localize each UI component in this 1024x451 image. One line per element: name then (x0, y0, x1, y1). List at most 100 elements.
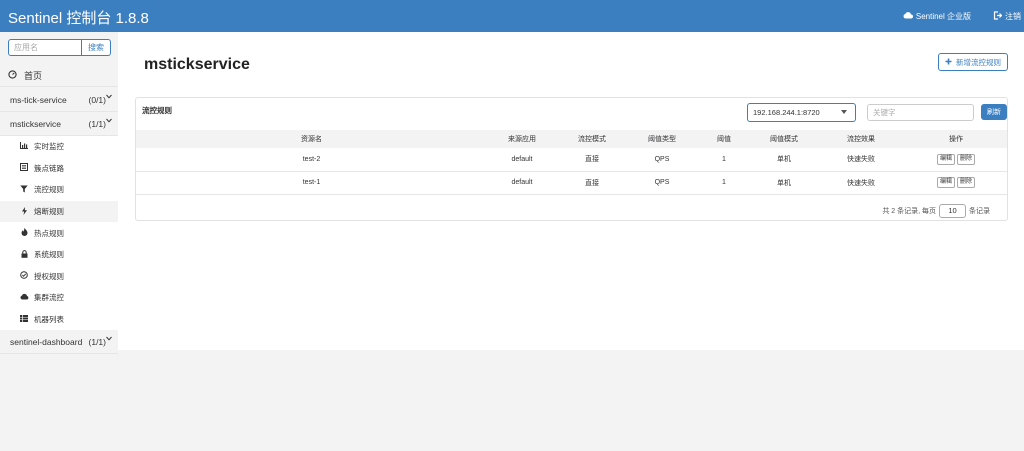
menu-label: 熔断规则 (34, 207, 64, 217)
sidebar-item-authority-rules[interactable]: 授权规则 (0, 266, 118, 288)
cell-control-behavior: 快速失败 (817, 171, 905, 195)
sidebar-item-degrade-rules[interactable]: 熔断规则 (0, 200, 118, 223)
sidebar-app-ms-tick-service[interactable]: ms-tick-service (0/1) (0, 88, 118, 112)
add-button-label: 新增流控规则 (956, 57, 1001, 67)
sidebar-item-cluster-flow[interactable]: 集群流控 (0, 287, 118, 309)
pager-prefix: 共 2 条记录, 每页 (882, 208, 936, 215)
cell-strategy: 直接 (557, 171, 627, 195)
menu-label: 机器列表 (34, 315, 64, 325)
table-header-row: 资源名 来源应用 流控模式 阈值类型 阈值 阈值模式 流控效果 操作 (136, 130, 1007, 148)
list-icon (20, 163, 28, 173)
delete-button[interactable]: 删除 (957, 153, 976, 165)
page-title: mstickservice (144, 56, 250, 73)
column-header: 阈值 (697, 130, 751, 148)
cell-cluster-mode: 单机 (751, 171, 817, 195)
cell-actions: 编辑 删除 (905, 148, 1007, 172)
app-search: 搜索 (8, 39, 111, 56)
logout-icon (993, 10, 1003, 22)
cell-count: 1 (697, 148, 751, 172)
chevron-down-icon (106, 336, 112, 343)
add-flow-rule-button[interactable]: 新增流控规则 (938, 53, 1008, 71)
sidebar-item-metric[interactable]: 实时监控 (0, 136, 118, 158)
delete-button[interactable]: 删除 (957, 177, 976, 188)
sidebar-item-machine-list[interactable]: 机器列表 (0, 309, 118, 331)
sidebar-item-param-flow-rules[interactable]: 热点规则 (0, 222, 118, 244)
edit-button[interactable]: 编辑 (936, 153, 955, 165)
th-list-icon (20, 315, 28, 324)
enterprise-link[interactable]: Sentinel 企业版 (903, 11, 971, 22)
plus-icon (945, 58, 952, 67)
menu-label: 流控规则 (34, 185, 64, 195)
column-header: 流控效果 (817, 130, 905, 148)
keyword-search-input[interactable] (867, 104, 974, 121)
column-header: 流控模式 (557, 130, 627, 148)
sidebar-app-mstickservice[interactable]: mstickservice (1/1) (0, 112, 118, 136)
chevron-down-icon (106, 94, 112, 101)
cell-grade: QPS (627, 171, 697, 195)
column-header: 资源名 (136, 130, 487, 148)
menu-label: 系统规则 (34, 250, 64, 260)
cell-limit-app: default (487, 171, 557, 195)
cell-limit-app: default (487, 148, 557, 172)
cloud-icon (903, 11, 913, 21)
pagination: 共 2 条记录, 每页 10 条记录 (882, 204, 990, 218)
cell-grade: QPS (627, 148, 697, 172)
menu-label: 实时监控 (34, 142, 64, 152)
main-content: mstickservice 新增流控规则 流控规则 192.168.244.1:… (118, 32, 1024, 350)
sidebar-app-sentinel-dashboard[interactable]: sentinel-dashboard (1/1) (0, 330, 118, 354)
flow-rules-panel: 流控规则 192.168.244.1:8720 刷新 资源名 来源应用 流控模式… (135, 97, 1008, 221)
cell-cluster-mode: 单机 (751, 148, 817, 172)
logout-label: 注销 (1005, 11, 1021, 21)
search-button[interactable]: 搜索 (82, 39, 111, 56)
filter-icon (20, 185, 28, 195)
app-name: ms-tick-service (10, 94, 67, 105)
lock-icon (20, 249, 28, 260)
sidebar-item-system-rules[interactable]: 系统规则 (0, 244, 118, 266)
panel-title: 流控规则 (142, 106, 172, 115)
edit-button[interactable]: 编辑 (936, 177, 955, 188)
sidebar: 搜索 首页 ms-tick-service (0/1) mstickservic… (0, 32, 118, 354)
cell-actions: 编辑 删除 (905, 171, 1007, 195)
top-navbar: Sentinel 控制台 1.8.8 Sentinel 企业版 注销 (0, 0, 1024, 32)
table-row: test-1 default 直接 QPS 1 单机 快速失败 编辑 删除 (136, 171, 1007, 195)
fire-icon (20, 228, 28, 238)
home-label: 首页 (24, 71, 43, 81)
menu-label: 授权规则 (34, 271, 64, 281)
logout-link[interactable]: 注销 (993, 10, 1021, 22)
enterprise-label: Sentinel 企业版 (915, 11, 971, 21)
app-search-input[interactable] (8, 39, 82, 56)
refresh-button[interactable]: 刷新 (981, 104, 1007, 120)
app-name: mstickservice (10, 118, 62, 129)
cell-resource: test-1 (136, 171, 487, 195)
table-row: test-2 default 直接 QPS 1 单机 快速失败 编辑 删除 (136, 148, 1007, 172)
column-header: 阈值类型 (627, 130, 697, 148)
machine-select[interactable]: 192.168.244.1:8720 (747, 103, 856, 122)
app-count: (0/1) (88, 95, 106, 105)
sidebar-item-flow-rules[interactable]: 流控规则 (0, 179, 118, 201)
page-size-input[interactable]: 10 (939, 204, 966, 218)
cell-control-behavior: 快速失败 (817, 148, 905, 172)
menu-label: 热点规则 (34, 228, 64, 238)
app-count: (1/1) (88, 337, 106, 347)
pager-suffix: 条记录 (969, 208, 990, 215)
cloud-icon (20, 293, 29, 302)
chevron-down-icon (106, 118, 112, 125)
app-title[interactable]: Sentinel 控制台 1.8.8 (8, 7, 149, 28)
check-circle-icon (20, 271, 28, 281)
dashboard-icon (8, 70, 17, 81)
menu-label: 集群流控 (34, 293, 64, 303)
bar-chart-icon (20, 142, 28, 151)
cell-count: 1 (697, 171, 751, 195)
caret-down-icon (841, 110, 847, 116)
menu-label: 簇点链路 (34, 163, 64, 173)
app-submenu: 实时监控 簇点链路 流控规则 熔断规则 热点规则 系统规则 授权规则 集群流控 … (0, 136, 118, 330)
flash-icon (20, 206, 28, 217)
cell-resource: test-2 (136, 148, 487, 172)
sidebar-item-resource-chain[interactable]: 簇点链路 (0, 158, 118, 180)
sidebar-item-home[interactable]: 首页 (0, 65, 118, 87)
navbar-right: Sentinel 企业版 注销 (903, 0, 1024, 32)
app-count: (1/1) (88, 119, 106, 129)
column-header: 操作 (905, 130, 1007, 148)
machine-selected-value: 192.168.244.1:8720 (753, 108, 820, 117)
app-name: sentinel-dashboard (10, 336, 83, 347)
